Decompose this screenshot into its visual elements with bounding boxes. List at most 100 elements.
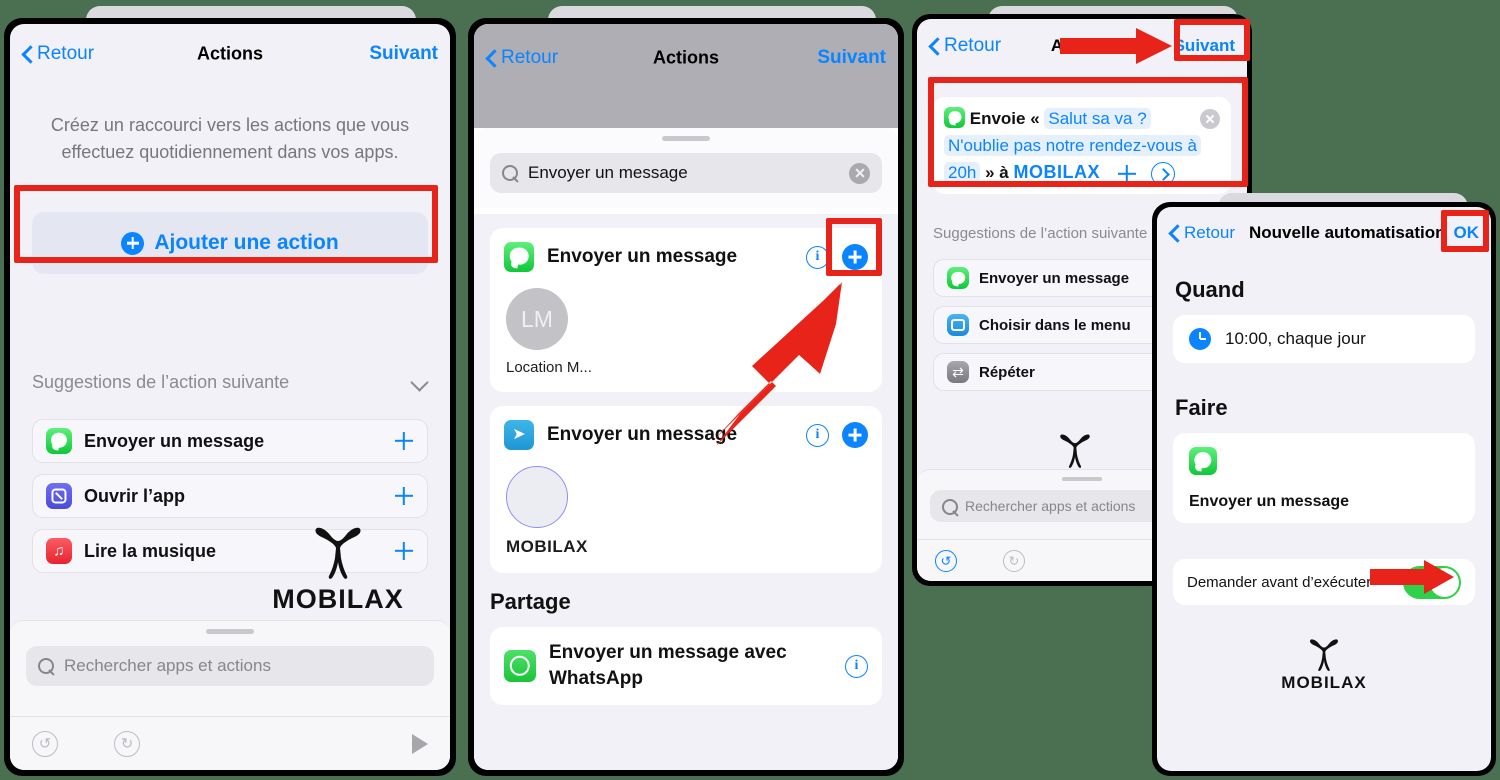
undo-icon[interactable]: ↺ (32, 730, 58, 757)
plus-icon[interactable] (394, 541, 414, 561)
list-item[interactable]: ♫ Lire la musique (32, 529, 428, 573)
search-icon (38, 657, 55, 675)
mobilax-logo-icon (1025, 432, 1125, 470)
panel4-screen: Retour Nouvelle automatisation OK Quand … (1157, 207, 1491, 771)
result-preview: MOBILAX (490, 450, 882, 557)
list-item[interactable]: Ouvrir l’app (32, 474, 428, 518)
share-item[interactable]: Envoyer un message avec WhatsApp i (490, 627, 882, 705)
when-value: 10:00, chaque jour (1225, 329, 1366, 348)
search-placeholder: Rechercher apps et actions (965, 498, 1136, 514)
search-value: Envoyer un message (528, 163, 688, 182)
message-token-3[interactable]: 20h (944, 162, 981, 183)
panel1-suggestions-header: Suggestions de l’action suivante (32, 372, 428, 393)
panel2-search-sheet: Envoyer un message (474, 128, 898, 208)
clear-icon[interactable] (1200, 109, 1220, 129)
whatsapp-icon (504, 650, 536, 682)
search-icon (942, 499, 958, 515)
avatar-caption: Location M... (506, 359, 592, 376)
add-action-button[interactable]: Ajouter une action (32, 212, 428, 274)
result-label: Envoyer un message (547, 246, 738, 267)
panel1-next-button[interactable]: Suivant (369, 43, 438, 65)
message-action-card[interactable]: Envoie « Salut sa va ? N'oublie pas notr… (933, 97, 1231, 194)
list-item-label: Ouvrir l’app (84, 485, 186, 506)
list-item[interactable]: Envoyer un message (32, 419, 428, 463)
messages-icon (46, 428, 72, 454)
avatar (506, 466, 568, 528)
panel4-title: Nouvelle automatisation (1249, 223, 1446, 242)
messages-icon (504, 242, 534, 272)
ask-before-run-row[interactable]: Demander avant d’exécuter (1173, 559, 1475, 605)
add-button[interactable] (842, 244, 868, 270)
chevron-down-icon[interactable] (412, 375, 428, 391)
plus-icon[interactable] (1117, 164, 1137, 184)
mobilax-logo-icon (1274, 637, 1374, 673)
redo-icon[interactable]: ↻ (114, 730, 140, 757)
panel4-phone-frame: Retour Nouvelle automatisation OK Quand … (1152, 202, 1496, 776)
search-placeholder: Rechercher apps et actions (64, 656, 271, 675)
list-item-label: Lire la musique (84, 540, 217, 561)
panel2-results: Envoyer un message i LM Location M... ➤ … (474, 214, 898, 770)
ask-before-run-toggle[interactable] (1403, 565, 1461, 599)
result-card[interactable]: Envoyer un message i LM Location M... (490, 228, 882, 392)
panel1-description: Créez un raccourci vers les actions que … (50, 115, 410, 162)
message-token-1[interactable]: Salut sa va ? (1044, 108, 1151, 129)
sheet-drag-handle[interactable] (1062, 477, 1102, 481)
panel3-suggestions-title: Suggestions de l’action suivante (933, 225, 1148, 242)
panel3-navbar: Retour Actions Suivant (917, 19, 1247, 73)
list-item-label: Envoyer un message (84, 430, 265, 451)
when-section-title: Quand (1175, 277, 1245, 302)
open-app-icon (46, 483, 72, 509)
clear-icon[interactable] (849, 162, 870, 184)
messages-icon (947, 267, 969, 289)
repeat-icon: ⇄ (947, 361, 969, 383)
share-item-label: Envoyer un message avec WhatsApp (549, 642, 787, 689)
result-card-header: Envoyer un message i (490, 242, 882, 272)
section-header: Partage (490, 589, 571, 614)
add-action-label: Ajouter une action (154, 231, 339, 254)
plus-icon[interactable] (394, 431, 414, 451)
panel1-suggestion-list: Envoyer un message Ouvrir l’app ♫ Lire l… (32, 419, 428, 584)
info-icon[interactable]: i (845, 654, 868, 678)
do-action-card[interactable]: Envoyer un message (1173, 433, 1475, 523)
clock-icon (1189, 328, 1211, 350)
music-icon: ♫ (46, 538, 72, 564)
panel4-ok-button[interactable]: OK (1454, 223, 1480, 243)
panel1-navbar: Retour Actions Suivant (10, 24, 450, 84)
message-token-2[interactable]: N'oublie pas notre rendez-vous à (944, 135, 1201, 156)
panel1-bottom-sheet: Rechercher apps et actions (10, 620, 450, 716)
result-label: Envoyer un message (547, 424, 738, 445)
info-icon[interactable]: i (806, 245, 829, 269)
message-prefix: Envoie « (969, 109, 1040, 128)
panel1-suggestions-title: Suggestions de l’action suivante (32, 372, 290, 392)
panel4-back-button[interactable]: Retour (1169, 223, 1235, 243)
play-icon[interactable] (412, 733, 428, 754)
mobilax-wordmark: MOBILAX (1281, 673, 1367, 692)
telegram-icon: ➤ (504, 420, 534, 450)
mobilax-watermark: MOBILAX (1274, 637, 1374, 693)
chevron-right-icon[interactable] (1151, 161, 1176, 186)
result-card-header: ➤ Envoyer un message i (490, 420, 882, 450)
when-trigger-card[interactable]: 10:00, chaque jour (1173, 315, 1475, 363)
info-icon[interactable]: i (806, 423, 829, 447)
message-recipient[interactable]: MOBILAX (1013, 162, 1100, 182)
redo-icon[interactable]: ↻ (1003, 549, 1025, 572)
messages-icon (944, 107, 965, 128)
panel2-next-button[interactable]: Suivant (817, 47, 886, 69)
search-input[interactable]: Rechercher apps et actions (26, 646, 434, 686)
menu-icon (947, 314, 969, 336)
panel3-next-button[interactable]: Suivant (1174, 36, 1235, 56)
undo-icon[interactable]: ↺ (935, 549, 957, 572)
panel2-screen: Retour Actions Suivant Envoyer un messag… (474, 24, 898, 770)
panel1-toolbar: ↺ ↻ (10, 716, 450, 770)
add-button[interactable] (842, 422, 868, 448)
do-section-title: Faire (1175, 395, 1228, 420)
chevron-left-icon (1169, 225, 1179, 242)
result-preview: LM Location M... (490, 272, 882, 376)
sheet-drag-handle[interactable] (206, 629, 254, 634)
sheet-drag-handle[interactable] (662, 136, 710, 141)
panel4-back-label: Retour (1184, 223, 1236, 242)
plus-icon[interactable] (394, 486, 414, 506)
panel2-phone-frame: Retour Actions Suivant Envoyer un messag… (468, 18, 904, 776)
search-input[interactable]: Envoyer un message (490, 153, 882, 193)
result-card[interactable]: ➤ Envoyer un message i MOBILAX (490, 406, 882, 573)
